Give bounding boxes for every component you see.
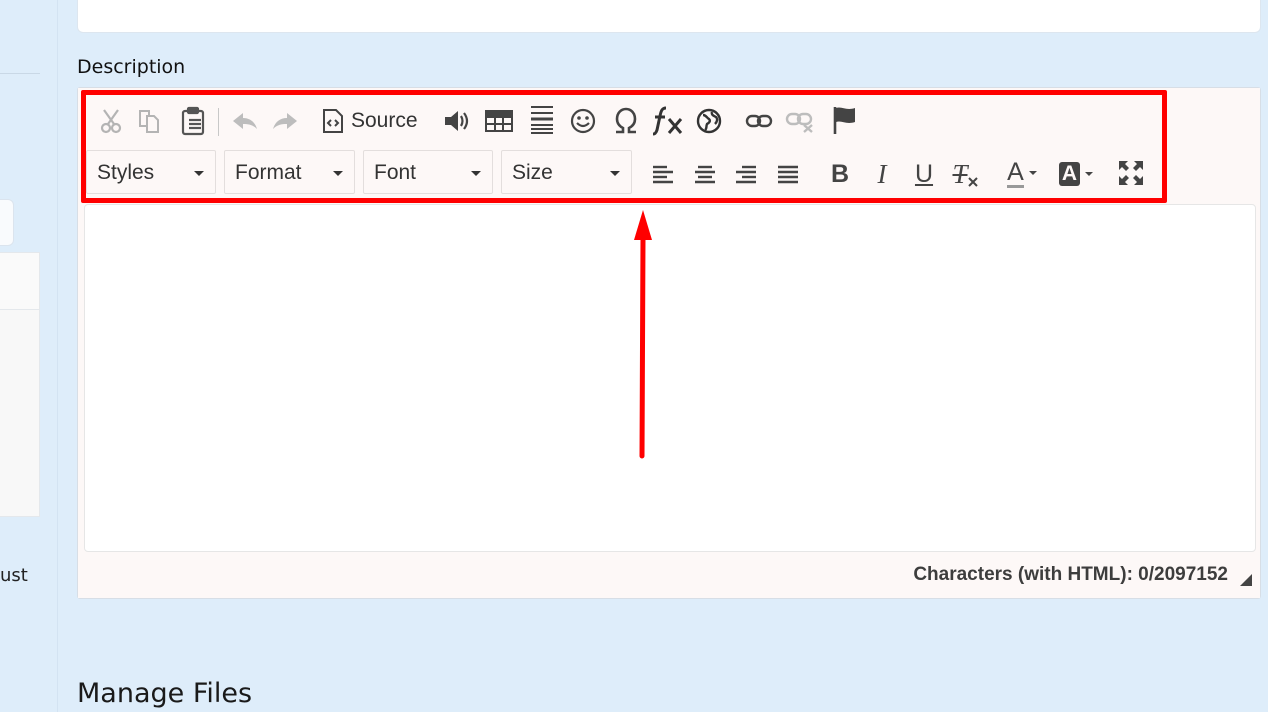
bold-letter: B xyxy=(830,159,850,188)
editor-toolbar: Source Styles Format Font Size B I U T A… xyxy=(78,88,1260,204)
size-dropdown[interactable]: Size xyxy=(501,150,632,194)
left-column: ust xyxy=(0,0,58,712)
sidebar-panel-header xyxy=(0,253,39,310)
maximize-icon[interactable] xyxy=(1117,159,1145,187)
paste-icon[interactable] xyxy=(179,105,207,137)
chevron-down-icon xyxy=(194,171,204,176)
source-label: Source xyxy=(351,109,418,132)
italic-letter: I xyxy=(877,158,887,189)
sidebar-partial-text: ust xyxy=(0,565,28,586)
editor-content-area[interactable] xyxy=(84,204,1256,552)
editor-statusbar: Characters (with HTML): 0/2097152 xyxy=(78,552,1260,598)
text-color-letter: A xyxy=(1007,157,1024,188)
align-right-icon[interactable] xyxy=(733,162,759,186)
remove-format-icon[interactable]: T xyxy=(950,158,980,190)
chevron-down-icon xyxy=(1028,171,1037,175)
format-dropdown[interactable]: Format xyxy=(224,150,355,194)
special-character-icon[interactable] xyxy=(610,105,642,137)
smiley-icon[interactable] xyxy=(568,107,598,135)
description-label: Description xyxy=(77,56,186,78)
toolbar-separator xyxy=(218,108,219,136)
sidebar-panel-fragment xyxy=(0,252,40,517)
styles-dropdown[interactable]: Styles xyxy=(86,150,216,194)
bold-icon[interactable]: B xyxy=(826,158,854,190)
source-icon xyxy=(322,108,344,134)
unlink-icon[interactable] xyxy=(784,109,816,135)
sidebar-input-fragment[interactable] xyxy=(0,199,14,246)
iframe-globe-icon[interactable] xyxy=(694,106,724,136)
chevron-down-icon xyxy=(333,171,343,176)
size-dropdown-label: Size xyxy=(512,161,553,184)
background-color-letter: A xyxy=(1058,162,1081,186)
styles-dropdown-label: Styles xyxy=(97,161,155,184)
sidebar-divider xyxy=(0,73,40,74)
anchor-flag-icon[interactable] xyxy=(829,104,859,136)
underline-icon[interactable]: U xyxy=(910,158,938,190)
table-icon[interactable] xyxy=(484,107,514,135)
chevron-down-icon xyxy=(1085,172,1094,176)
font-dropdown-label: Font xyxy=(374,161,417,184)
text-color-icon[interactable]: A xyxy=(1000,156,1044,190)
italic-icon[interactable]: I xyxy=(868,158,896,190)
copy-icon[interactable] xyxy=(136,106,162,136)
background-color-icon[interactable]: A xyxy=(1054,158,1098,190)
redo-icon[interactable] xyxy=(270,108,300,134)
previous-field-input[interactable] xyxy=(77,0,1261,33)
link-icon[interactable] xyxy=(744,109,774,133)
chevron-down-icon xyxy=(610,171,620,176)
resize-handle[interactable] xyxy=(1240,574,1252,586)
horizontal-rule-icon[interactable] xyxy=(528,103,556,137)
align-left-icon[interactable] xyxy=(650,162,676,186)
format-dropdown-label: Format xyxy=(235,161,302,184)
font-dropdown[interactable]: Font xyxy=(363,150,493,194)
character-count: Characters (with HTML): 0/2097152 xyxy=(913,564,1228,585)
undo-icon[interactable] xyxy=(230,108,260,134)
remove-format-letter: T xyxy=(952,158,968,189)
manage-files-heading: Manage Files xyxy=(77,678,253,709)
rich-text-editor: Source Styles Format Font Size B I U T A… xyxy=(77,87,1261,599)
justify-icon[interactable] xyxy=(775,162,801,186)
math-formula-icon[interactable] xyxy=(651,103,685,139)
audio-icon[interactable] xyxy=(442,107,472,135)
align-center-icon[interactable] xyxy=(692,162,718,186)
source-button[interactable]: Source xyxy=(322,105,426,137)
cut-icon[interactable] xyxy=(98,106,124,136)
chevron-down-icon xyxy=(471,171,481,176)
underline-letter: U xyxy=(914,159,934,188)
